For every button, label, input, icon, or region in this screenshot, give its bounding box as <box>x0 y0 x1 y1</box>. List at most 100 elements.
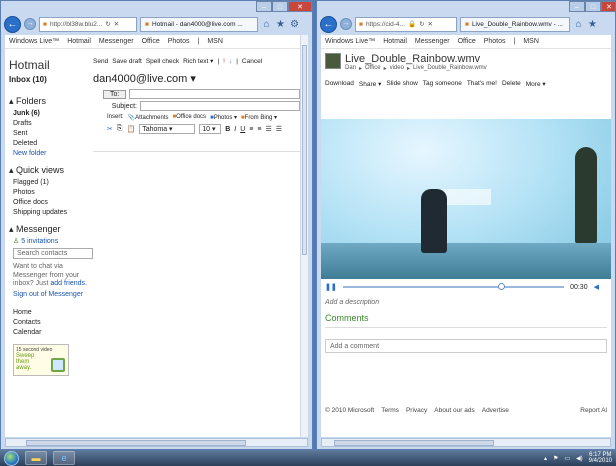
nav-item[interactable]: Windows Live™ <box>325 38 375 45</box>
folder-deleted[interactable]: Deleted <box>13 139 93 149</box>
address-bar[interactable]: ■ http://bl38w.blu2... ↻ ✕ <box>39 16 137 32</box>
office-docs-button[interactable]: ■Office docs <box>173 114 207 121</box>
subject-field[interactable] <box>140 101 300 111</box>
font-select[interactable]: Tahoma ▾ <box>139 124 196 134</box>
about-ads-link[interactable]: About our ads <box>434 407 474 414</box>
bold-icon[interactable]: B <box>225 126 230 133</box>
breadcrumb-office[interactable]: Office <box>365 65 381 72</box>
quick-flagged[interactable]: Flagged (1) <box>13 178 93 188</box>
from-address[interactable]: dan4000@live.com ▾ <box>93 72 300 85</box>
advertise-link[interactable]: Advertise <box>482 407 509 414</box>
cut-icon[interactable]: ✂ <box>107 125 113 133</box>
nav-item[interactable]: Hotmail <box>383 38 407 45</box>
more-button[interactable]: More ▾ <box>526 80 546 88</box>
tools-icon[interactable]: ⚙ <box>289 19 300 30</box>
clock[interactable]: 6:17 PM 9/4/2010 <box>589 452 612 465</box>
copy-icon[interactable]: ⎘ <box>117 125 123 133</box>
nav-item[interactable]: Office <box>142 38 160 45</box>
close-window-button[interactable]: ✕ <box>288 1 312 12</box>
delete-button[interactable]: Delete <box>502 80 521 88</box>
priority-high-icon[interactable]: ! <box>223 58 225 65</box>
attachments-button[interactable]: 📎Attachments <box>128 114 169 121</box>
explorer-icon[interactable]: ▬ <box>25 451 47 465</box>
network-icon[interactable]: ▭ <box>564 455 570 462</box>
vertical-scrollbar[interactable] <box>300 35 308 437</box>
start-button[interactable] <box>4 450 19 466</box>
nav-item[interactable]: Office <box>458 38 476 45</box>
home-icon-right[interactable]: ⌂ <box>573 19 584 30</box>
scroll-thumb[interactable] <box>302 45 307 255</box>
pause-icon[interactable]: ❚❚ <box>325 283 337 291</box>
refresh-icon[interactable]: ↻ <box>105 20 110 28</box>
cancel-button[interactable]: Cancel <box>242 58 262 65</box>
breadcrumb-video[interactable]: video <box>390 65 404 72</box>
refresh-icon-right[interactable]: ↻ <box>419 20 424 28</box>
messenger-heading[interactable]: ▴ Messenger <box>9 224 93 235</box>
minimize-button[interactable]: – <box>256 1 272 12</box>
ad-box[interactable]: 15 second video Sweep them away. <box>13 343 69 376</box>
favorites-icon-right[interactable]: ★ <box>587 19 598 30</box>
quick-office-docs[interactable]: Office docs <box>13 198 93 208</box>
add-friends-link[interactable]: add friends. <box>50 280 87 287</box>
hscroll-thumb-right[interactable] <box>334 440 494 446</box>
maximize-button[interactable]: □ <box>272 1 288 12</box>
invitations-link[interactable]: ♙ 5 invitations <box>13 237 93 245</box>
to-button[interactable]: To: <box>103 89 127 99</box>
italic-icon[interactable]: I <box>234 126 236 133</box>
align-left-icon[interactable]: ≡ <box>249 126 253 133</box>
hscroll-thumb[interactable] <box>26 440 246 446</box>
home-icon[interactable]: ⌂ <box>261 19 272 30</box>
flag-icon[interactable]: ⚑ <box>553 455 558 462</box>
signout-link[interactable]: Sign out of Messenger <box>13 291 93 298</box>
forward-icon[interactable]: → <box>24 18 36 30</box>
privacy-link[interactable]: Privacy <box>406 407 427 414</box>
nav-item[interactable]: Photos <box>484 38 506 45</box>
add-comment-input[interactable]: Add a comment <box>325 339 607 353</box>
spell-check-button[interactable]: Spell check <box>146 58 179 65</box>
priority-low-icon[interactable]: ↓ <box>229 58 232 65</box>
browser-tab-right[interactable]: ■ Live_Double_Rainbow.wmv - ... <box>460 16 570 32</box>
internet-explorer-icon[interactable]: e <box>53 451 75 465</box>
close-tab-icon-right[interactable]: ✕ <box>428 20 433 28</box>
calendar-link[interactable]: Calendar <box>13 328 93 338</box>
quick-views-heading[interactable]: ▴ Quick views <box>9 165 93 176</box>
volume-tray-icon[interactable]: ◀) <box>576 455 583 462</box>
search-contacts-input[interactable]: Search contacts <box>13 248 93 259</box>
folders-heading[interactable]: ▴ Folders <box>9 96 93 107</box>
photos-button[interactable]: ■Photos ▾ <box>210 114 237 121</box>
show-hidden-icons[interactable]: ▴ <box>544 455 547 462</box>
to-field[interactable] <box>129 89 300 99</box>
align-center-icon[interactable]: ≡ <box>257 126 261 133</box>
horizontal-scrollbar-right[interactable] <box>321 438 611 447</box>
forward-icon-right[interactable]: → <box>340 18 352 30</box>
folder-drafts[interactable]: Drafts <box>13 119 93 129</box>
nav-item[interactable]: Hotmail <box>67 38 91 45</box>
inbox-link[interactable]: Inbox (10) <box>9 75 93 84</box>
close-tab-icon[interactable]: ✕ <box>114 20 119 28</box>
home-link[interactable]: Home <box>13 308 93 318</box>
underline-icon[interactable]: U <box>240 126 245 133</box>
close-window-button-right[interactable]: ✕ <box>601 1 615 12</box>
new-folder-link[interactable]: New folder <box>13 150 46 157</box>
tag-someone-button[interactable]: Tag someone <box>423 80 462 88</box>
back-icon-right[interactable]: ← <box>320 15 337 33</box>
contacts-link[interactable]: Contacts <box>13 318 93 328</box>
volume-icon[interactable]: ◀ <box>594 283 599 291</box>
share-button[interactable]: Share ▾ <box>359 80 381 88</box>
back-icon[interactable]: ← <box>4 15 21 33</box>
add-description[interactable]: Add a description <box>325 299 379 306</box>
nav-item[interactable]: MSN <box>523 38 539 45</box>
quick-photos[interactable]: Photos <box>13 188 93 198</box>
seek-handle[interactable] <box>497 283 505 290</box>
nav-item[interactable]: Messenger <box>415 38 450 45</box>
video-frame[interactable] <box>321 119 611 279</box>
save-draft-button[interactable]: Save draft <box>112 58 142 65</box>
paste-icon[interactable]: 📋 <box>126 125 135 133</box>
terms-link[interactable]: Terms <box>381 407 399 414</box>
nav-item[interactable]: Photos <box>168 38 190 45</box>
maximize-button-right[interactable]: □ <box>585 1 601 12</box>
horizontal-scrollbar[interactable] <box>5 438 308 447</box>
from-bing-button[interactable]: ■From Bing ▾ <box>241 114 277 121</box>
seek-bar[interactable] <box>342 283 565 290</box>
download-button[interactable]: Download <box>325 80 354 88</box>
